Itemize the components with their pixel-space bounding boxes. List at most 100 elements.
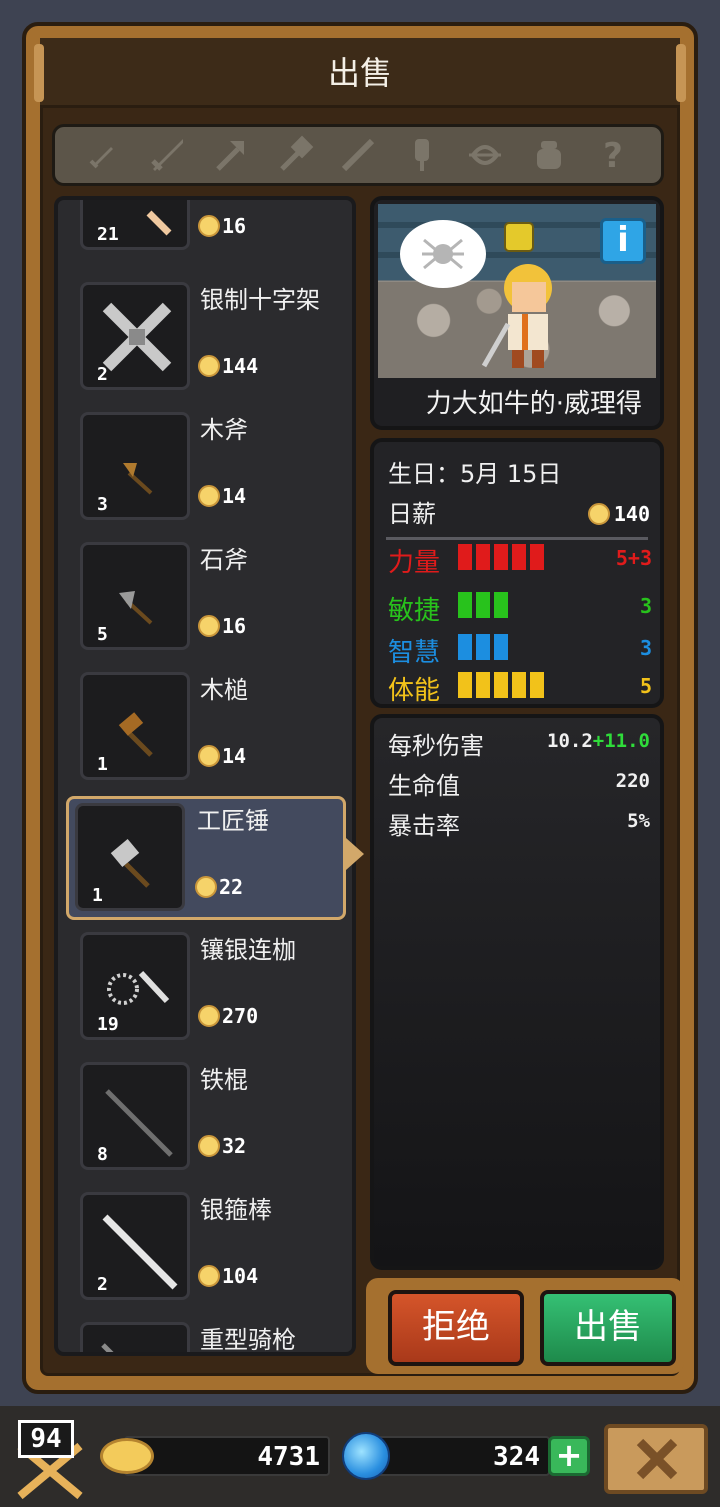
list-item[interactable]: 1 木槌 14 [72,668,348,788]
category-filter-bar: ? [52,124,664,186]
dialog-title-bar: 出售 [34,38,686,108]
category-hammer-icon[interactable] [272,133,316,177]
coin-icon [198,615,220,637]
category-bow-icon[interactable] [463,133,507,177]
dialog-title: 出售 [327,54,392,92]
coin-icon [198,745,220,767]
coin-icon [198,1135,220,1157]
item-price: 16 [198,614,246,638]
category-question-icon[interactable]: ? [591,133,635,177]
item-quantity: 1 [92,885,103,906]
attribute-value: 3 [639,636,652,660]
attribute-bar-segment [530,672,544,698]
item-thumbnail: 3 [80,412,190,520]
list-item[interactable]: 19 镶银连枷 270 [72,928,348,1048]
category-pot-icon[interactable] [527,133,571,177]
heavy-lance-icon [101,1343,114,1352]
coin-icon [195,876,217,898]
svg-text:?: ? [603,136,623,175]
category-dagger-icon[interactable] [81,133,125,177]
item-name: 工匠锤 [197,807,269,835]
combat-stats-panel: 每秒伤害 10.2+11.0 生命值 220 暴击率 5% [370,714,664,1270]
category-axe-icon[interactable] [208,133,252,177]
sell-button[interactable]: 出售 [540,1290,676,1366]
attribute-bar-segment [476,544,490,570]
item-quantity: 2 [97,1274,108,1295]
hero-birthday: 生日：5月 15日 [388,460,562,488]
category-mace-icon[interactable] [400,133,444,177]
item-price: 32 [198,1134,246,1158]
salary-label: 日薪 [388,500,436,528]
add-gems-button[interactable]: + [548,1436,590,1476]
list-item[interactable]: 8 铁棍 32 [72,1058,348,1178]
list-item[interactable]: 2 银箍棒 104 [72,1188,348,1308]
item-thumbnail: 19 [80,932,190,1040]
attribute-label: 敏捷 [388,596,441,626]
attribute-bars [458,672,544,698]
attribute-bar-segment [458,634,472,660]
item-list[interactable]: 21 16 2 银制十字架 144 3 木斧 14 5 石斧 16 1 木槌 1… [54,196,356,1356]
attribute-bar-segment [530,544,544,570]
item-thumbnail: 5 [80,542,190,650]
hero-rank-badge-icon [504,222,534,252]
item-thumbnail: 8 [80,1062,190,1170]
item-price-value: 16 [222,614,247,638]
attribute-bar-segment [458,592,472,618]
reject-button[interactable]: 拒绝 [388,1290,524,1366]
attribute-bar-segment [458,544,472,570]
list-item-selected[interactable]: 1 工匠锤 22 [66,796,346,920]
list-item[interactable]: 21 16 [72,200,348,258]
stat-hp-value: 220 [615,770,650,792]
item-name: 重型骑枪 [200,1326,296,1354]
action-buttons: 拒绝 出售 [366,1278,684,1374]
stat-dps-label: 每秒伤害 [388,732,484,760]
list-item[interactable]: 3 木斧 14 [72,408,348,528]
attribute-bar-segment [494,672,508,698]
item-thumbnail: 1 [80,672,190,780]
item-price: 14 [198,744,246,768]
category-sword-icon[interactable] [145,133,189,177]
stat-dps-base: 10.2 [547,730,593,752]
info-button[interactable]: i [600,218,646,264]
item-price-value: 16 [222,214,247,238]
item-quantity: 8 [97,1144,108,1165]
stat-hp: 生命值 220 [388,766,650,802]
category-staff-icon[interactable] [336,133,380,177]
coin-icon [587,503,610,525]
gold-coins-icon [100,1438,154,1474]
item-price: 14 [198,484,246,508]
list-item[interactable]: 5 石斧 16 [72,538,348,658]
item-quantity: 3 [97,494,108,515]
coin-icon [198,355,220,377]
item-price-value: 14 [222,484,247,508]
coin-icon [198,485,220,507]
item-quantity: 19 [97,1014,119,1035]
resource-bar: 94 4731 324 + [0,1406,720,1507]
hero-scene: i [378,204,656,378]
item-thumbnail: 2 [80,1192,190,1300]
close-icon [636,1438,678,1480]
item-price-value: 32 [222,1134,247,1158]
item-name: 银箍棒 [200,1196,272,1224]
attribute-label: 智慧 [388,638,441,668]
attribute-bar-segment [512,544,526,570]
stat-dps: 每秒伤害 10.2+11.0 [388,726,650,762]
list-item[interactable]: 重型骑枪 [72,1318,348,1354]
gem-counter: 324 [366,1436,550,1476]
item-price-value: 14 [222,744,247,768]
list-item[interactable]: 2 银制十字架 144 [72,278,348,398]
attribute-bar-segment [494,592,508,618]
attribute-bar-segment [458,672,472,698]
attribute-value: 5 [639,674,652,698]
item-price-value: 22 [219,875,244,899]
spider-icon [422,238,464,270]
item-price-value: 270 [222,1004,259,1028]
item-price: 22 [195,875,243,899]
item-price-value: 144 [222,354,259,378]
attribute-bar-segment [494,634,508,660]
title-ornament-right [676,44,686,102]
close-button[interactable] [604,1424,708,1494]
player-level-badge: 94 [14,1414,86,1500]
gem-value: 324 [493,1442,540,1472]
item-price: 104 [198,1264,258,1288]
